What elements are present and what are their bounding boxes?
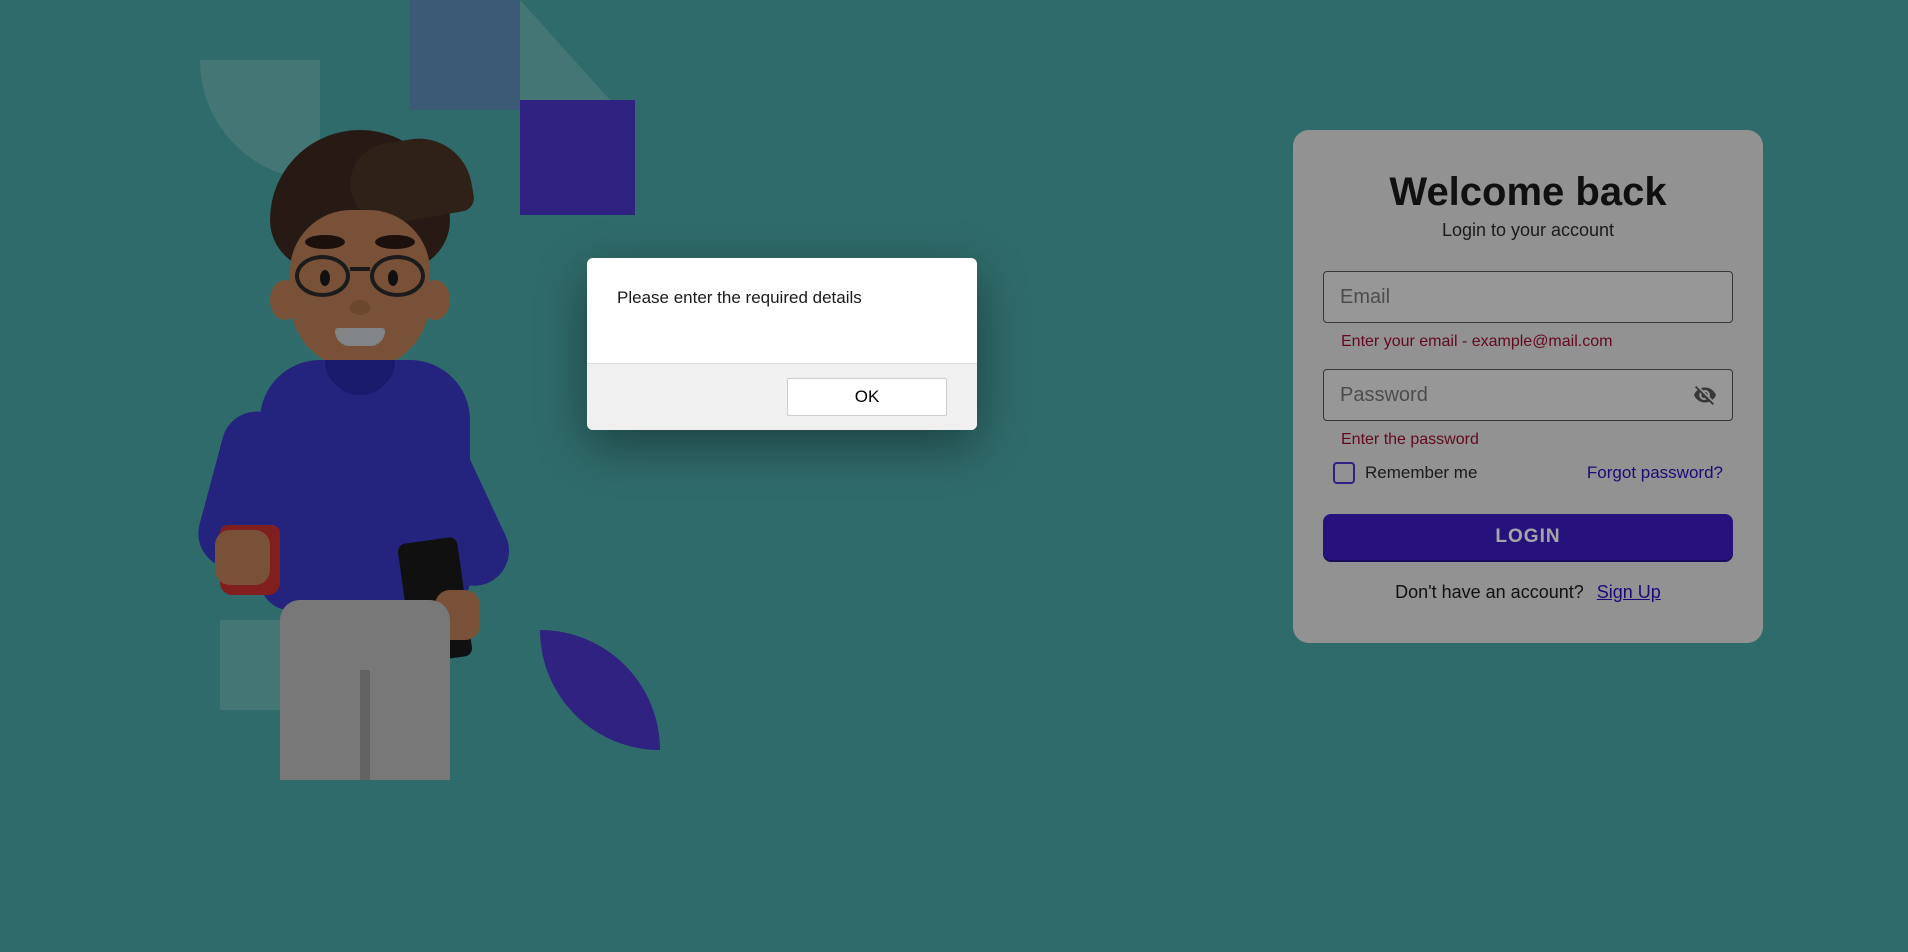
modal-ok-button[interactable]: OK <box>787 378 947 416</box>
alert-modal: Please enter the required details OK <box>587 258 977 430</box>
modal-message: Please enter the required details <box>587 258 977 363</box>
modal-overlay[interactable] <box>0 0 1908 952</box>
